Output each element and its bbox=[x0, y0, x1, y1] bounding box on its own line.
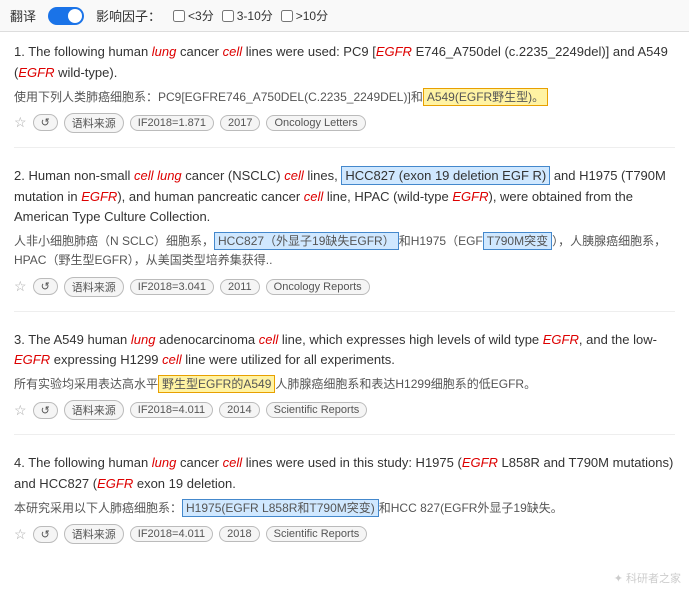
result-4-zh: 本研究采用以下人肺癌细胞系：H1975(EGFR L858R和T790M突变)和… bbox=[14, 499, 675, 518]
year-tag-1: 2017 bbox=[220, 115, 260, 131]
cell-2b: cell bbox=[304, 189, 324, 204]
filter-lt3[interactable]: <3分 bbox=[173, 7, 214, 24]
highlight-2c: T790M突变 bbox=[483, 232, 552, 250]
cell-4: cell bbox=[223, 455, 243, 470]
highlight-2b: HCC827（外显子19缺失EGFR） bbox=[214, 232, 399, 250]
result-1-num: 1. bbox=[14, 44, 28, 59]
star-3[interactable]: ☆ bbox=[14, 402, 27, 419]
result-1-zh: 使用下列人类肺癌细胞系：PC9[EGFRE746_A750DEL(C.2235_… bbox=[14, 88, 675, 107]
if-tag-3: IF2018=4.011 bbox=[130, 402, 213, 418]
journal-tag-2: Oncology Reports bbox=[266, 279, 370, 295]
filter-gt10-label: >10分 bbox=[296, 7, 328, 24]
toolbar: 翻译 影响因子： <3分 3-10分 >10分 bbox=[0, 0, 689, 32]
result-item-2: 2. Human non-small cell lung cancer (NSC… bbox=[14, 166, 675, 312]
result-item-4: 4. The following human lung cancer cell … bbox=[14, 453, 675, 558]
refresh-btn-1[interactable]: ↺ bbox=[33, 114, 58, 131]
filter-gt10[interactable]: >10分 bbox=[281, 7, 328, 24]
star-1[interactable]: ☆ bbox=[14, 114, 27, 131]
cell-2: cell bbox=[284, 168, 304, 183]
translate-toggle[interactable] bbox=[48, 7, 84, 25]
cell-1: cell bbox=[223, 44, 243, 59]
filter-3to10-checkbox[interactable] bbox=[222, 10, 234, 22]
filter-lt3-checkbox[interactable] bbox=[173, 10, 185, 22]
result-3-en: 3. The A549 human lung adenocarcinoma ce… bbox=[14, 330, 675, 372]
refresh-btn-2[interactable]: ↺ bbox=[33, 278, 58, 295]
result-2-num: 2. bbox=[14, 168, 28, 183]
source-tag-2[interactable]: 语料来源 bbox=[64, 277, 124, 297]
result-4-num: 4. bbox=[14, 455, 28, 470]
if-tag-1: IF2018=1.871 bbox=[130, 115, 214, 131]
lung-3: lung bbox=[131, 332, 156, 347]
highlight-4: H1975(EGFR L858R和T790M突变) bbox=[182, 499, 379, 517]
journal-tag-3: Scientific Reports bbox=[266, 402, 368, 418]
result-2-zh: 人非小细胞肺癌（N SCLC）细胞系，HCC827（外显子19缺失EGFR）和H… bbox=[14, 232, 675, 270]
highlight-3: 野生型EGFR的A549 bbox=[158, 375, 275, 393]
source-tag-4[interactable]: 语料来源 bbox=[64, 524, 124, 544]
egfr-3b: EGFR bbox=[14, 352, 50, 367]
impact-factor-label: 影响因子： bbox=[96, 6, 161, 25]
result-3-meta: ☆ ↺ 语料来源 IF2018=4.011 2014 Scientific Re… bbox=[14, 400, 675, 420]
refresh-btn-3[interactable]: ↺ bbox=[33, 402, 58, 419]
journal-tag-4: Scientific Reports bbox=[266, 526, 368, 542]
source-tag-1[interactable]: 语料来源 bbox=[64, 113, 124, 133]
cell-3b: cell bbox=[162, 352, 182, 367]
egfr-2a: EGFR bbox=[81, 189, 117, 204]
if-tag-4: IF2018=4.011 bbox=[130, 526, 213, 542]
highlight-1: A549(EGFR野生型)。 bbox=[423, 88, 548, 106]
watermark: ✦ 科研者之家 bbox=[614, 570, 681, 586]
translate-label: 翻译 bbox=[10, 6, 36, 25]
egfr-1b: EGFR bbox=[18, 65, 54, 80]
result-3-num: 3. bbox=[14, 332, 28, 347]
results-container: 1. The following human lung cancer cell … bbox=[0, 32, 689, 586]
lung-4: lung bbox=[152, 455, 177, 470]
result-2-en: 2. Human non-small cell lung cancer (NSC… bbox=[14, 166, 675, 228]
year-tag-3: 2014 bbox=[219, 402, 259, 418]
egfr-3a: EGFR bbox=[543, 332, 579, 347]
result-item-1: 1. The following human lung cancer cell … bbox=[14, 42, 675, 148]
filter-3to10-label: 3-10分 bbox=[237, 7, 273, 24]
egfr-2b: EGFR bbox=[452, 189, 488, 204]
lung-1: lung bbox=[152, 44, 177, 59]
source-tag-3[interactable]: 语料来源 bbox=[64, 400, 124, 420]
year-tag-4: 2018 bbox=[219, 526, 259, 542]
filter-gt10-checkbox[interactable] bbox=[281, 10, 293, 22]
cell-3: cell bbox=[259, 332, 279, 347]
egfr-4b: EGFR bbox=[97, 476, 133, 491]
result-4-en: 4. The following human lung cancer cell … bbox=[14, 453, 675, 495]
filter-lt3-label: <3分 bbox=[188, 7, 214, 24]
toggle-knob bbox=[68, 9, 82, 23]
egfr-1a: EGFR bbox=[376, 44, 412, 59]
result-2-meta: ☆ ↺ 语料来源 IF2018=3.041 2011 Oncology Repo… bbox=[14, 277, 675, 297]
result-1-en: 1. The following human lung cancer cell … bbox=[14, 42, 675, 84]
result-3-zh: 所有实验均采用表达高水平野生型EGFR的A549人肺腺癌细胞系和表达H1299细… bbox=[14, 375, 675, 394]
star-2[interactable]: ☆ bbox=[14, 278, 27, 295]
star-4[interactable]: ☆ bbox=[14, 526, 27, 543]
year-tag-2: 2011 bbox=[220, 279, 260, 295]
result-item-3: 3. The A549 human lung adenocarcinoma ce… bbox=[14, 330, 675, 436]
highlight-2a: HCC827 (exon 19 deletion EGF R) bbox=[341, 166, 550, 185]
result-4-meta: ☆ ↺ 语料来源 IF2018=4.011 2018 Scientific Re… bbox=[14, 524, 675, 544]
cell-lung-2: cell lung bbox=[134, 168, 182, 183]
filter-3to10[interactable]: 3-10分 bbox=[222, 7, 273, 24]
journal-tag-1: Oncology Letters bbox=[266, 115, 365, 131]
result-1-meta: ☆ ↺ 语料来源 IF2018=1.871 2017 Oncology Lett… bbox=[14, 113, 675, 133]
if-tag-2: IF2018=3.041 bbox=[130, 279, 214, 295]
refresh-btn-4[interactable]: ↺ bbox=[33, 526, 58, 543]
egfr-4a: EGFR bbox=[462, 455, 498, 470]
filter-group: <3分 3-10分 >10分 bbox=[173, 7, 328, 24]
